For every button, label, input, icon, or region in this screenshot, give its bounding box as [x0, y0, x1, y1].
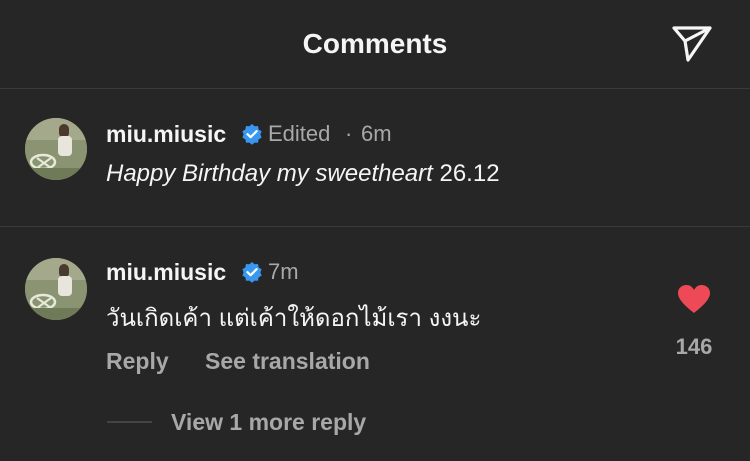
verified-badge-icon	[242, 262, 262, 283]
edited-label: Edited	[268, 121, 331, 146]
comment-divider	[0, 226, 750, 227]
header-divider	[0, 88, 750, 89]
comment-username[interactable]: miu.miusic	[106, 121, 226, 148]
avatar[interactable]	[25, 118, 87, 180]
send-icon[interactable]	[668, 22, 716, 66]
comment-time: 6m	[361, 121, 392, 146]
view-replies-button[interactable]: View 1 more reply	[171, 409, 366, 436]
header: Comments	[0, 0, 750, 88]
comment-username[interactable]: miu.miusic	[106, 259, 226, 286]
replies-divider-line	[107, 421, 152, 423]
meta-separator: ·	[345, 121, 353, 146]
comment-text: Happy Birthday my sweetheart 26.12	[106, 160, 500, 188]
reply-button[interactable]: Reply	[106, 348, 169, 375]
verified-badge-icon	[242, 124, 262, 145]
comment-text: วันเกิดเค้า แต่เค้าให้ดอกไม้เรา งงนะ	[106, 305, 482, 332]
comment-text-date: 26.12	[439, 160, 500, 187]
avatar[interactable]	[25, 258, 87, 320]
comment-text-italic: Happy Birthday my sweetheart	[106, 160, 433, 187]
comment-time: 7m	[268, 259, 299, 284]
see-translation-button[interactable]: See translation	[205, 348, 370, 375]
like-count: 146	[675, 334, 713, 359]
heart-icon[interactable]	[677, 284, 711, 314]
page-title: Comments	[302, 28, 448, 59]
